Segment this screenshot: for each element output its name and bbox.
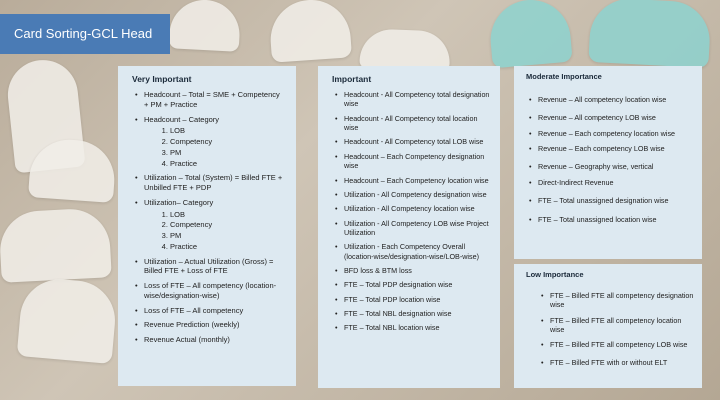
list-item: Revenue – All competency location wise — [529, 95, 694, 105]
sub-item: Practice — [170, 242, 286, 252]
important-list: Headcount - All Competency total designa… — [332, 90, 490, 333]
paper-card — [16, 276, 119, 364]
list-item: Loss of FTE – All competency (location-w… — [135, 281, 286, 301]
panel-heading: Moderate Importance — [526, 72, 602, 81]
low-importance-panel: Low Importance FTE – Billed FTE all comp… — [514, 264, 702, 388]
list-item: Revenue Actual (monthly) — [135, 335, 286, 345]
list-item: Revenue – Each competency LOB wise — [529, 144, 694, 154]
list-item: BFD loss & BTM loss — [335, 266, 490, 276]
sub-item: LOB — [170, 126, 286, 136]
list-item: FTE – Total NBL designation wise — [335, 309, 490, 319]
moderate-importance-panel: Moderate Importance Revenue – All compet… — [514, 66, 702, 259]
list-item: FTE – Billed FTE all competency LOB wise — [541, 340, 694, 350]
list-item: FTE – Billed FTE all competency location… — [541, 316, 694, 335]
list-item: Headcount – Category LOB Competency PM P… — [135, 115, 286, 169]
list-item: Revenue – Geography wise, vertical — [529, 162, 694, 172]
sub-list: LOB Competency PM Practice — [144, 210, 286, 252]
sub-item: Practice — [170, 159, 286, 169]
list-item: Revenue Prediction (weekly) — [135, 320, 286, 330]
list-item: FTE – Total PDP designation wise — [335, 280, 490, 290]
sub-item: PM — [170, 148, 286, 158]
list-item: Utilization - All Competency designation… — [335, 190, 490, 200]
list-item: Direct-Indirect Revenue — [529, 178, 694, 188]
list-item: Revenue – All competency LOB wise — [529, 113, 694, 123]
list-item: FTE – Total PDP location wise — [335, 295, 490, 305]
list-item: Utilization - Each Competency Overall (l… — [335, 242, 490, 261]
very-important-list: Headcount – Total = SME + Competency + P… — [132, 90, 286, 345]
teal-paper-card — [588, 0, 712, 69]
list-item: Revenue – Each competency location wise — [529, 129, 694, 139]
very-important-panel: Very Important Headcount – Total = SME +… — [118, 66, 296, 386]
sub-list: LOB Competency PM Practice — [144, 126, 286, 168]
paper-card — [268, 0, 352, 63]
list-item: FTE – Total unassigned location wise — [529, 215, 694, 225]
important-panel: Important Headcount - All Competency tot… — [318, 66, 500, 388]
panel-heading: Important — [332, 74, 372, 84]
list-item: Loss of FTE – All competency — [135, 306, 286, 316]
list-item: FTE – Billed FTE with or without ELT — [541, 358, 694, 368]
paper-card — [168, 0, 242, 52]
list-item: Headcount - All Competency total designa… — [335, 90, 490, 109]
sub-item: PM — [170, 231, 286, 241]
list-item: FTE – Total NBL location wise — [335, 323, 490, 333]
list-item: Utilization – Actual Utilization (Gross)… — [135, 257, 286, 277]
list-item: FTE – Total unassigned designation wise — [529, 196, 694, 206]
paper-card — [0, 207, 112, 283]
teal-paper-card — [487, 0, 573, 69]
sub-item: LOB — [170, 210, 286, 220]
panel-heading: Low Importance — [526, 270, 584, 279]
list-item: Headcount - All Competency total LOB wis… — [335, 137, 490, 147]
list-item: Utilization - All Competency LOB wise Pr… — [335, 219, 490, 238]
list-item: Utilization– Category LOB Competency PM … — [135, 198, 286, 252]
slide-title: Card Sorting-GCL Head — [0, 14, 170, 54]
list-item: FTE – Billed FTE all competency designat… — [541, 291, 694, 310]
sub-item: Competency — [170, 220, 286, 230]
list-item: Utilization - All Competency location wi… — [335, 204, 490, 214]
sub-item: Competency — [170, 137, 286, 147]
low-importance-list: FTE – Billed FTE all competency designat… — [526, 291, 694, 368]
moderate-importance-list: Revenue – All competency location wise R… — [526, 95, 694, 224]
panel-heading: Very Important — [132, 74, 192, 84]
list-item: Utilization – Total (System) = Billed FT… — [135, 173, 286, 193]
list-item: Headcount – Each Competency designation … — [335, 152, 490, 171]
list-item: Headcount - All Competency total locatio… — [335, 114, 490, 133]
list-item: Headcount – Each Competency location wis… — [335, 176, 490, 186]
list-item: Headcount – Total = SME + Competency + P… — [135, 90, 286, 110]
